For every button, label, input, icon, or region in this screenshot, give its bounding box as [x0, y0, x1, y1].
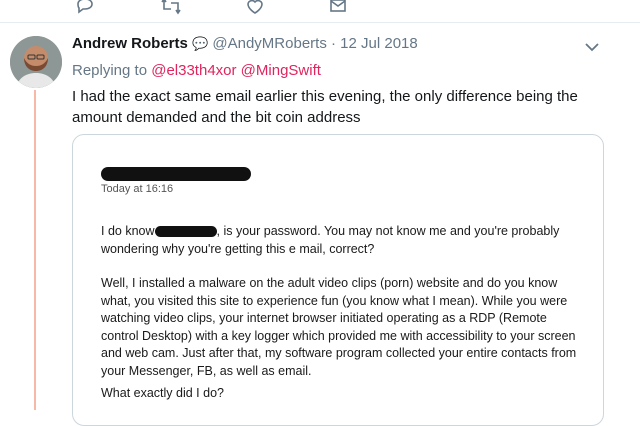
tweet-action-bar [0, 0, 640, 23]
speech-bubble-emoji: 💬 [192, 36, 209, 51]
password-redaction [154, 226, 217, 238]
email-timestamp: Today at 16:16 [101, 183, 174, 195]
tweet-text: I had the exact same email earlier this … [72, 88, 578, 126]
retweet-icon[interactable] [160, 0, 181, 16]
chevron-down-icon[interactable] [584, 40, 600, 52]
replying-to: Replying to @el33th4xor @MingSwift [72, 62, 321, 79]
avatar[interactable] [10, 36, 62, 88]
tweet-header: Andrew Roberts 💬 @AndyMRoberts · 12 Jul … [72, 35, 418, 52]
mention-link[interactable]: @MingSwift [241, 62, 321, 79]
avatar-photo [10, 36, 62, 88]
message-icon[interactable] [328, 0, 348, 16]
email-text: I do know [101, 224, 155, 238]
meta-separator: · [331, 35, 336, 52]
sender-redaction [101, 167, 251, 181]
email-paragraph-1: I do know, is your password. You may not… [101, 223, 581, 258]
like-icon[interactable] [245, 0, 265, 16]
mention-link[interactable]: @el33th4xor [151, 62, 236, 79]
display-name[interactable]: Andrew Roberts [72, 35, 188, 52]
email-paragraph-2: Well, I installed a malware on the adult… [101, 276, 577, 378]
user-handle[interactable]: @AndyMRoberts [212, 35, 326, 52]
tweet-date[interactable]: 12 Jul 2018 [340, 35, 418, 52]
thread-line [34, 90, 36, 410]
reply-icon[interactable] [75, 0, 95, 16]
replying-label: Replying to [72, 62, 148, 79]
media-card[interactable]: Today at 16:16 I do know, is your passwo… [72, 134, 604, 426]
